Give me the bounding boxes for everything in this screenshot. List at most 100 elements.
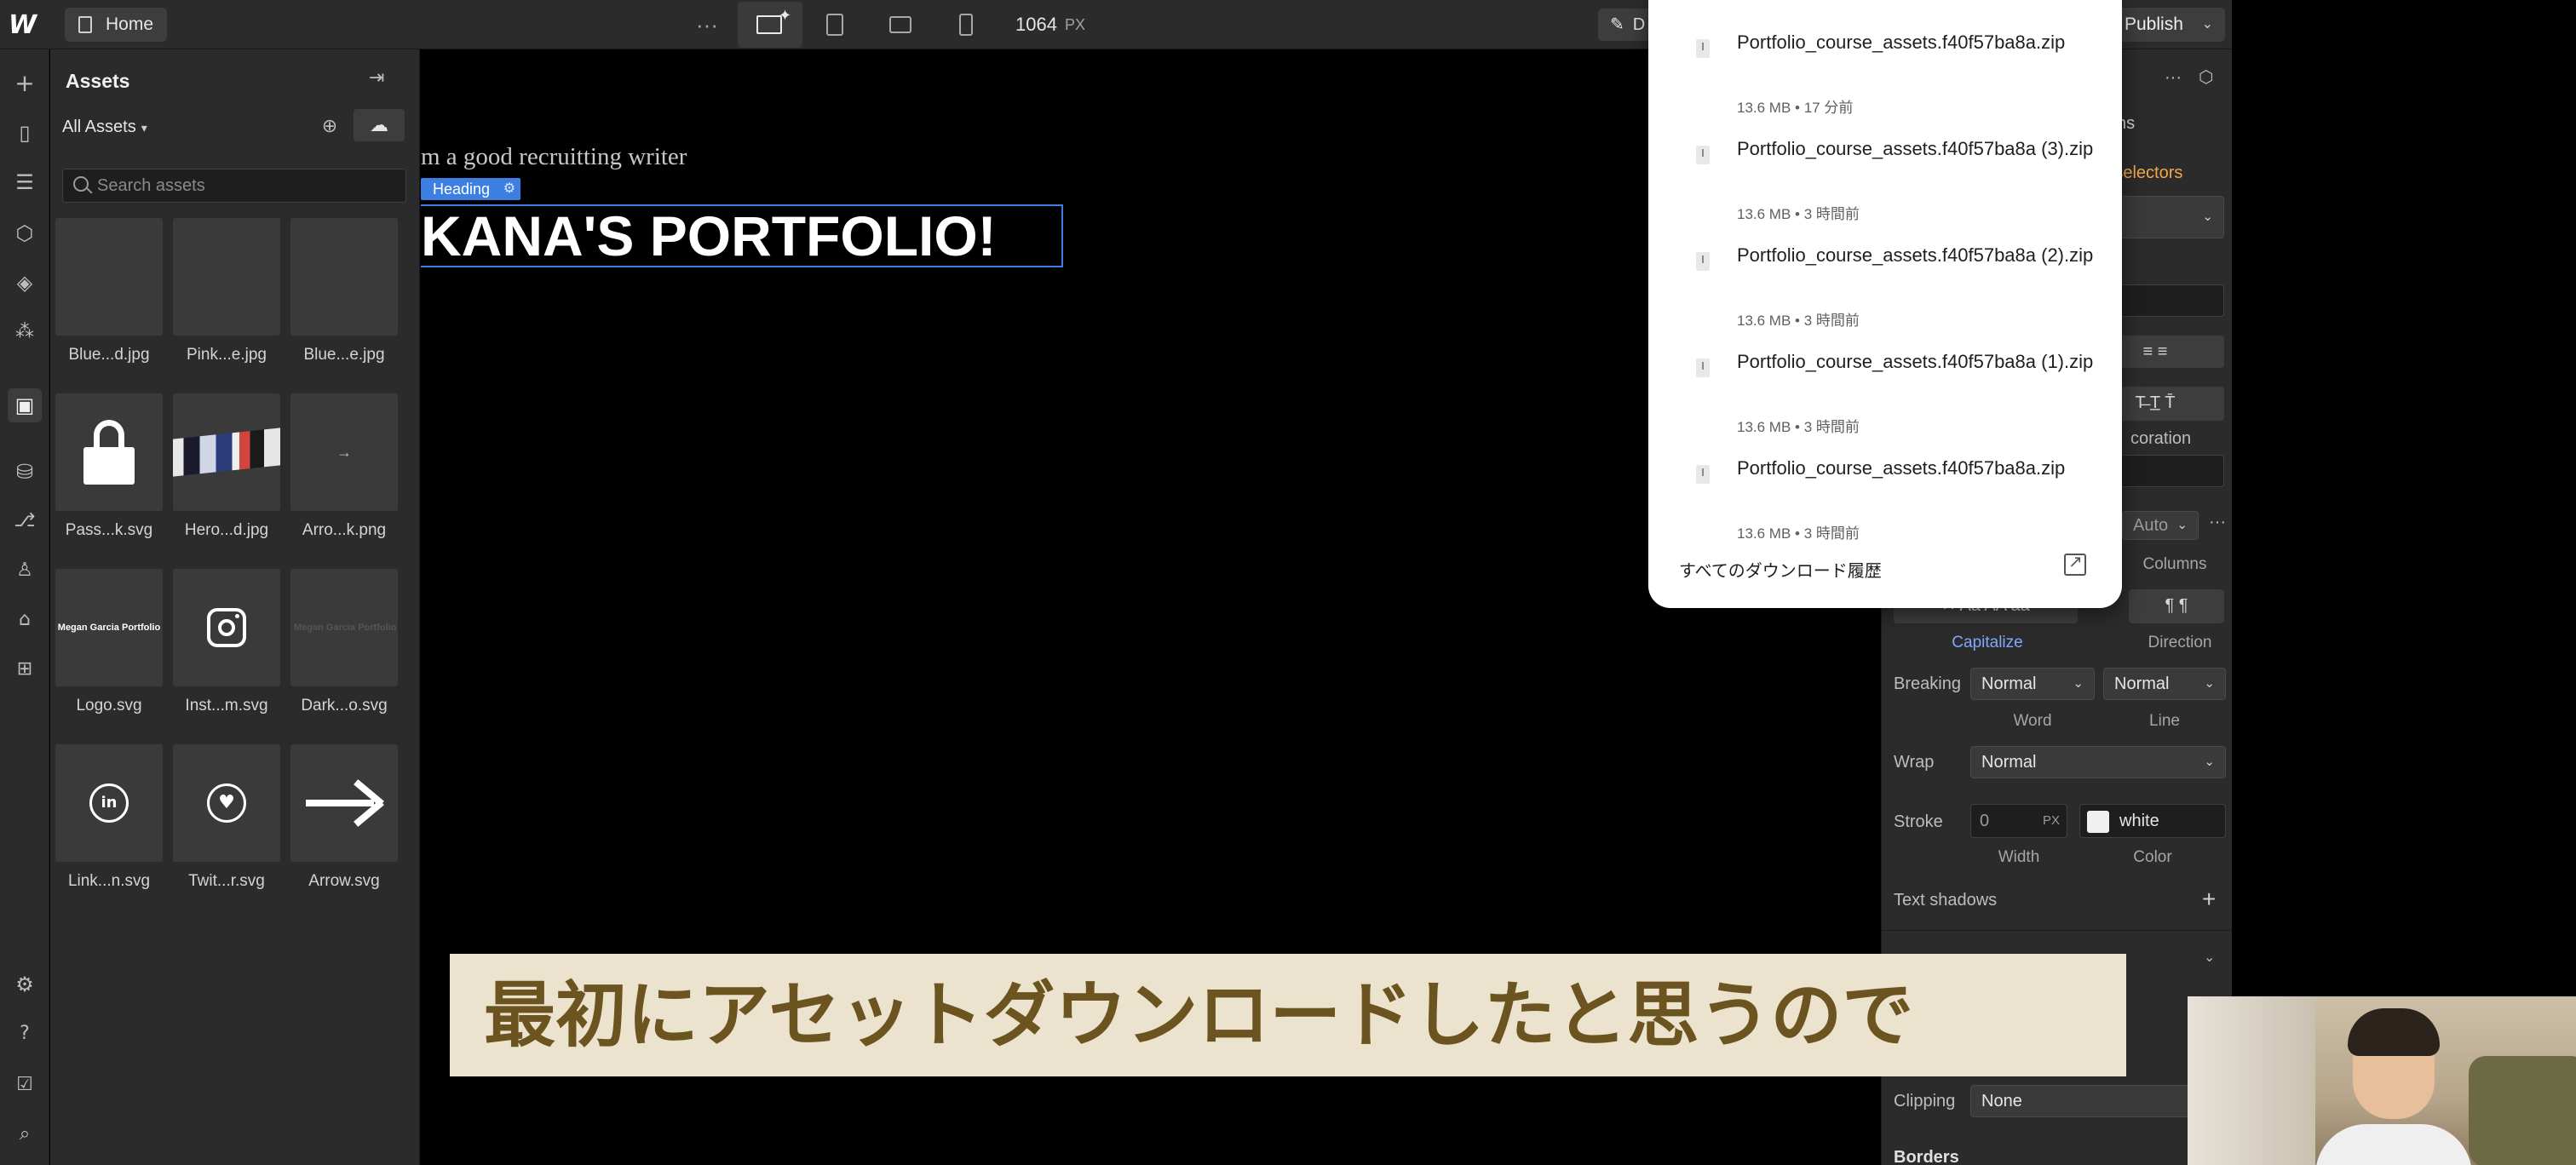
stroke-width-field[interactable]: 0 PX xyxy=(1970,804,2067,838)
logo-thumbnail-text: Megan Garcia Portfolio xyxy=(57,623,161,633)
chevron-down-icon: ▾ xyxy=(141,121,147,135)
asset-tile[interactable]: Megan Garcia Portfolio Logo.svg xyxy=(55,569,163,715)
new-folder-icon[interactable]: ⊕ xyxy=(316,112,343,140)
asset-name: Inst...m.svg xyxy=(185,697,268,714)
page-selector-button[interactable]: Home xyxy=(65,8,168,42)
chevron-down-icon: ⌄ xyxy=(2201,17,2213,32)
wrap-label: Wrap xyxy=(1894,753,1935,772)
asset-tile[interactable]: ♥ Twit...r.svg xyxy=(173,744,280,891)
file-icon xyxy=(1696,465,1710,484)
wrap-dropdown[interactable]: Normal ⌄ xyxy=(1970,746,2226,778)
asset-tile[interactable]: Blue...e.jpg xyxy=(290,218,398,364)
dark-logo-text-b: Portfolio xyxy=(358,623,397,633)
clipping-label: Clipping xyxy=(1894,1092,1956,1110)
asset-filter-label: All Assets xyxy=(62,118,136,136)
stroke-color-field[interactable]: white xyxy=(2079,804,2226,838)
color-swatch[interactable] xyxy=(2087,811,2109,833)
capitalize-label: Capitalize xyxy=(1952,634,2023,651)
direction-group[interactable]: ¶ ¶ xyxy=(2129,589,2224,623)
styles-icon[interactable]: ⁂ xyxy=(8,315,42,349)
canvas-heading[interactable]: KANA'S PORTFOLIO! xyxy=(421,204,1063,267)
pencil-icon: ✎ xyxy=(1610,15,1624,34)
asset-tile[interactable]: Pink...e.jpg xyxy=(173,218,280,364)
search-input[interactable] xyxy=(97,169,395,202)
breakpoint-mobile-portrait-button[interactable] xyxy=(959,14,973,36)
download-meta: 13.6 MB • 3 時間前 xyxy=(1737,419,1860,435)
add-text-shadow-icon[interactable]: + xyxy=(2202,886,2216,913)
asset-tile[interactable]: Pass...k.svg xyxy=(55,393,163,540)
download-item[interactable]: Portfolio_course_assets.f40f57ba8a.zip 1… xyxy=(1648,446,2122,542)
selected-element-tag[interactable]: Heading ⚙ xyxy=(421,178,521,200)
webcam-overlay xyxy=(2188,996,2576,1165)
breakpoint-mobile-landscape-button[interactable] xyxy=(889,16,911,33)
upload-button[interactable]: ☁ xyxy=(354,109,405,141)
left-icon-rail: + ▯ ☰ ⬡ ◈ ⁂ ▣ ⛁ ⎇ ♙ ⌂ ⊞ ⚙ ? ☑ ⌕ xyxy=(0,49,49,1165)
asset-search xyxy=(62,169,406,203)
download-item[interactable]: Portfolio_course_assets.f40f57ba8a.zip 1… xyxy=(1648,20,2122,116)
panel-title: Assets xyxy=(66,70,130,92)
columns-count-dropdown[interactable]: Auto ⌄ xyxy=(2122,511,2199,540)
collapse-panel-icon[interactable]: ⇥ xyxy=(369,66,384,89)
downloads-popover: Portfolio_course_assets.f40f57ba8a.zip 1… xyxy=(1648,0,2122,608)
apps-icon[interactable]: ⊞ xyxy=(8,652,42,686)
more-options-icon[interactable]: ··· xyxy=(690,10,724,39)
asset-tile[interactable]: Blue...d.jpg xyxy=(55,218,163,364)
download-filename: Portfolio_course_assets.f40f57ba8a (3).z… xyxy=(1737,138,2094,159)
help-icon[interactable]: ? xyxy=(8,1017,42,1051)
asset-name: Arro...k.png xyxy=(302,521,387,539)
style-settings-icon[interactable]: ⬡ xyxy=(2199,66,2213,88)
logic-icon[interactable]: ⎇ xyxy=(8,504,42,538)
download-item[interactable]: Portfolio_course_assets.f40f57ba8a (1).z… xyxy=(1648,340,2122,435)
cms-icon[interactable]: ⛁ xyxy=(8,455,42,489)
asset-tile[interactable]: → Arro...k.png xyxy=(290,393,398,540)
asset-tile[interactable]: Inst...m.svg xyxy=(173,569,280,715)
components-icon[interactable]: ⬡ xyxy=(8,216,42,250)
line-break-dropdown[interactable]: Normal ⌄ xyxy=(2103,668,2226,700)
breakpoint-tablet-button[interactable] xyxy=(826,14,843,36)
chevron-down-icon[interactable]: ⌄ xyxy=(2204,949,2215,966)
asset-thumbnail xyxy=(173,218,280,336)
asset-name: Pink...e.jpg xyxy=(187,346,267,364)
lock-icon xyxy=(83,420,135,485)
open-external-icon[interactable] xyxy=(2064,551,2086,576)
breakpoint-desktop-button[interactable]: ✦ xyxy=(738,2,802,48)
webflow-logo[interactable]: W xyxy=(9,10,39,40)
navigator-icon[interactable]: ☰ xyxy=(8,165,42,199)
asset-tile[interactable]: Hero...d.jpg xyxy=(173,393,280,540)
more-options-icon[interactable]: ··· xyxy=(2209,513,2226,532)
ecommerce-icon[interactable]: ⌂ xyxy=(8,603,42,637)
more-options-icon[interactable]: ··· xyxy=(2165,68,2182,88)
assets-icon[interactable]: ▣ xyxy=(8,388,42,422)
word-break-dropdown[interactable]: Normal ⌄ xyxy=(1970,668,2095,700)
file-icon xyxy=(1696,39,1710,58)
video-caption: 最初にアセットダウンロードしたと思うので xyxy=(450,954,2126,1076)
canvas-width-unit: PX xyxy=(1065,16,1086,33)
variables-icon[interactable]: ◈ xyxy=(8,266,42,300)
asset-tile[interactable]: Arrow.svg xyxy=(290,744,398,891)
canvas-width-value[interactable]: 1064 xyxy=(1015,14,1057,36)
pages-icon[interactable]: ▯ xyxy=(8,116,42,150)
asset-thumbnail xyxy=(173,393,280,511)
publish-button[interactable]: Publish ⌄ xyxy=(2104,8,2225,42)
download-history-link[interactable]: すべてのダウンロード履歴 xyxy=(1679,557,1882,582)
borders-section-title[interactable]: Borders xyxy=(1894,1148,1959,1165)
audit-icon[interactable]: ☑ xyxy=(8,1068,42,1102)
stroke-width-value: 0 xyxy=(1980,812,1990,830)
asset-tile[interactable]: in Link...n.svg xyxy=(55,744,163,891)
page-icon xyxy=(78,16,92,33)
canvas-subtitle-text[interactable]: m a good recruitting writer xyxy=(421,143,687,171)
download-item[interactable]: Portfolio_course_assets.f40f57ba8a (3).z… xyxy=(1648,127,2122,222)
element-settings-icon[interactable]: ⚙ xyxy=(503,178,515,200)
download-item[interactable]: Portfolio_course_assets.f40f57ba8a (2).z… xyxy=(1648,233,2122,329)
color-label: Color xyxy=(2133,848,2172,866)
search-site-icon[interactable]: ⌕ xyxy=(8,1117,42,1151)
add-elements-icon[interactable]: + xyxy=(8,66,42,100)
settings-icon[interactable]: ⚙ xyxy=(8,967,42,1001)
asset-name: Arrow.svg xyxy=(308,872,380,890)
asset-tile[interactable]: Megan Garcia Portfolio Dark...o.svg xyxy=(290,569,398,715)
divider xyxy=(1882,930,2233,931)
twitter-icon: ♥ xyxy=(207,783,246,823)
arrow-right-icon: → xyxy=(336,443,352,461)
users-icon[interactable]: ♙ xyxy=(8,554,42,588)
asset-filter-dropdown[interactable]: All Assets ▾ xyxy=(62,118,147,137)
